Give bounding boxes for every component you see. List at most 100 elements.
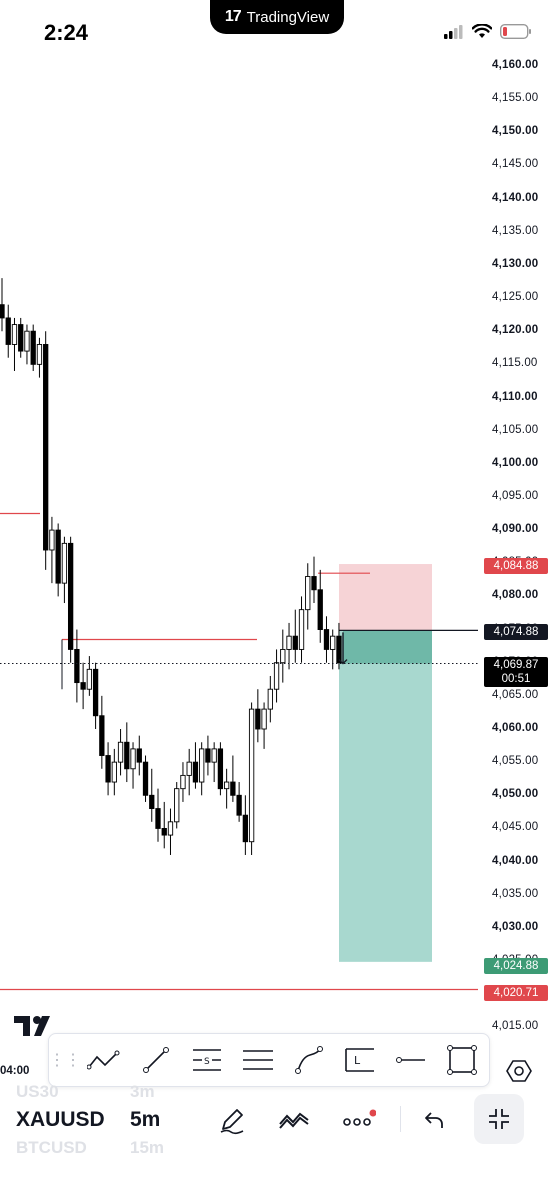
price-axis-tick: 4,155.00: [492, 92, 539, 105]
svg-text:L: L: [354, 1054, 361, 1067]
timeframe-picker[interactable]: 3m 5m 15m: [130, 1080, 190, 1160]
chart-canvas[interactable]: [0, 0, 478, 1000]
price-axis-tick: 4,030.00: [492, 920, 539, 933]
price-axis-tick: 4,115.00: [492, 357, 538, 370]
svg-text:S: S: [204, 1057, 210, 1067]
timeframe-option-above[interactable]: 3m: [130, 1080, 190, 1104]
take-profit-zone: [339, 630, 432, 962]
horizontal-ray-tool-button[interactable]: [385, 1034, 436, 1086]
candle-body: [0, 304, 5, 319]
more-options-button[interactable]: [336, 1098, 380, 1142]
candle-body: [236, 794, 242, 816]
candle-body: [92, 668, 99, 717]
symbol-option-below[interactable]: BTCUSD: [16, 1136, 116, 1160]
symbol-option-above[interactable]: US30: [16, 1080, 116, 1104]
bar-countdown: 00:51: [501, 673, 531, 685]
candle-body: [74, 648, 80, 684]
pen-icon: [220, 1109, 244, 1135]
candle-body: [330, 635, 336, 650]
candle-body: [286, 635, 292, 650]
candle-body: [24, 330, 30, 352]
parallel-channel-tool-button[interactable]: [232, 1034, 283, 1086]
price-axis-tick: 4,045.00: [492, 821, 539, 834]
candle-body: [180, 774, 186, 790]
candle-body: [174, 788, 180, 823]
candle-body: [298, 609, 305, 650]
candle-body: [242, 814, 249, 843]
price-axis-tick: 4,130.00: [492, 257, 539, 270]
candle-body: [280, 648, 286, 664]
candle-body: [136, 748, 142, 763]
timeframe-option-below[interactable]: 15m: [130, 1136, 190, 1160]
candle-body: [323, 629, 330, 650]
candle-body: [124, 741, 130, 770]
collapse-fullscreen-button[interactable]: [474, 1094, 524, 1144]
chart-settings-icon[interactable]: [506, 1058, 532, 1084]
status-time: 2:24: [44, 20, 89, 45]
rectangle-tool-button[interactable]: [436, 1034, 487, 1086]
candle-body: [255, 708, 261, 730]
candle-body: [186, 761, 192, 776]
current-price-tag: 4,069.87 00:51: [484, 657, 548, 687]
candle-body: [55, 529, 61, 584]
candle-body: [317, 589, 323, 631]
collapse-icon: [489, 1109, 509, 1129]
time-axis-label: 04:00: [0, 1065, 30, 1077]
parallel-channel-icon: [242, 1050, 273, 1070]
price-axis[interactable]: 4,160.00 4,155.00 4,150.00 4,145.00 4,140.00…: [478, 0, 554, 1060]
candle-body: [205, 748, 211, 763]
dynamic-island: 17 TradingView: [210, 0, 344, 34]
stop-loss-zone: [339, 564, 432, 631]
candle-body: [105, 755, 111, 783]
support-resistance-tool-button[interactable]: S: [181, 1034, 232, 1086]
price-axis-tick: 4,140.00: [492, 191, 539, 204]
toolbar-drag-handle-icon[interactable]: ⋮⋮: [49, 1050, 81, 1070]
price-axis-tick: 4,110.00: [492, 390, 538, 403]
candle-body: [149, 794, 155, 810]
candle-body: [49, 529, 55, 551]
support-resistance-icon: S: [192, 1049, 221, 1071]
price-axis-tick: 4,100.00: [492, 456, 539, 469]
stop-loss-price-tag: 4,084.88: [484, 558, 548, 574]
candle-body: [223, 781, 230, 790]
current-price: 4,069.87: [493, 659, 539, 671]
candle-body: [43, 344, 49, 551]
undo-button[interactable]: [412, 1098, 456, 1142]
candle-body: [61, 542, 68, 584]
status-bar: 2:24 17 TradingView: [0, 0, 554, 64]
price-axis-tick: 4,135.00: [492, 224, 539, 237]
open-profit-zone: [343, 630, 432, 664]
price-axis-tick: 4,095.00: [492, 489, 539, 502]
price-axis-tick: 4,150.00: [492, 125, 539, 138]
trend-line-tool-button[interactable]: [130, 1034, 181, 1086]
more-dots-icon: [343, 1109, 376, 1126]
candle-body: [305, 576, 311, 611]
candle-body: [336, 635, 342, 664]
long-position-icon: L: [344, 1048, 374, 1072]
current-symbol[interactable]: XAUUSD: [16, 1104, 116, 1136]
price-axis-tick: 4,015.00: [492, 1020, 539, 1033]
indicators-button[interactable]: [272, 1098, 316, 1142]
trend-angle-tool-button[interactable]: [79, 1034, 130, 1086]
candle-body: [86, 668, 93, 690]
candle-body: [211, 748, 217, 763]
candle-body: [311, 576, 317, 591]
price-axis-tick: 4,060.00: [492, 722, 539, 734]
candle-body: [18, 324, 24, 352]
toolbar-divider: [400, 1106, 401, 1132]
candle-body: [36, 344, 43, 365]
symbol-picker[interactable]: US30 XAUUSD BTCUSD: [16, 1080, 116, 1160]
long-position-tool-button[interactable]: L: [334, 1034, 385, 1086]
price-axis-tick: 4,080.00: [492, 589, 539, 602]
current-timeframe[interactable]: 5m: [130, 1104, 190, 1136]
candle-body: [117, 741, 124, 763]
price-axis-tick: 4,035.00: [492, 887, 539, 900]
candle-body: [273, 662, 280, 690]
candle-body: [5, 317, 11, 345]
drawing-tools-button[interactable]: [210, 1098, 254, 1142]
path-tool-button[interactable]: [283, 1034, 334, 1086]
price-axis-tick: 4,050.00: [492, 788, 539, 801]
candle-body: [67, 542, 74, 650]
price-axis-tick: 4,160.00: [492, 59, 539, 71]
candle-body: [199, 748, 205, 783]
